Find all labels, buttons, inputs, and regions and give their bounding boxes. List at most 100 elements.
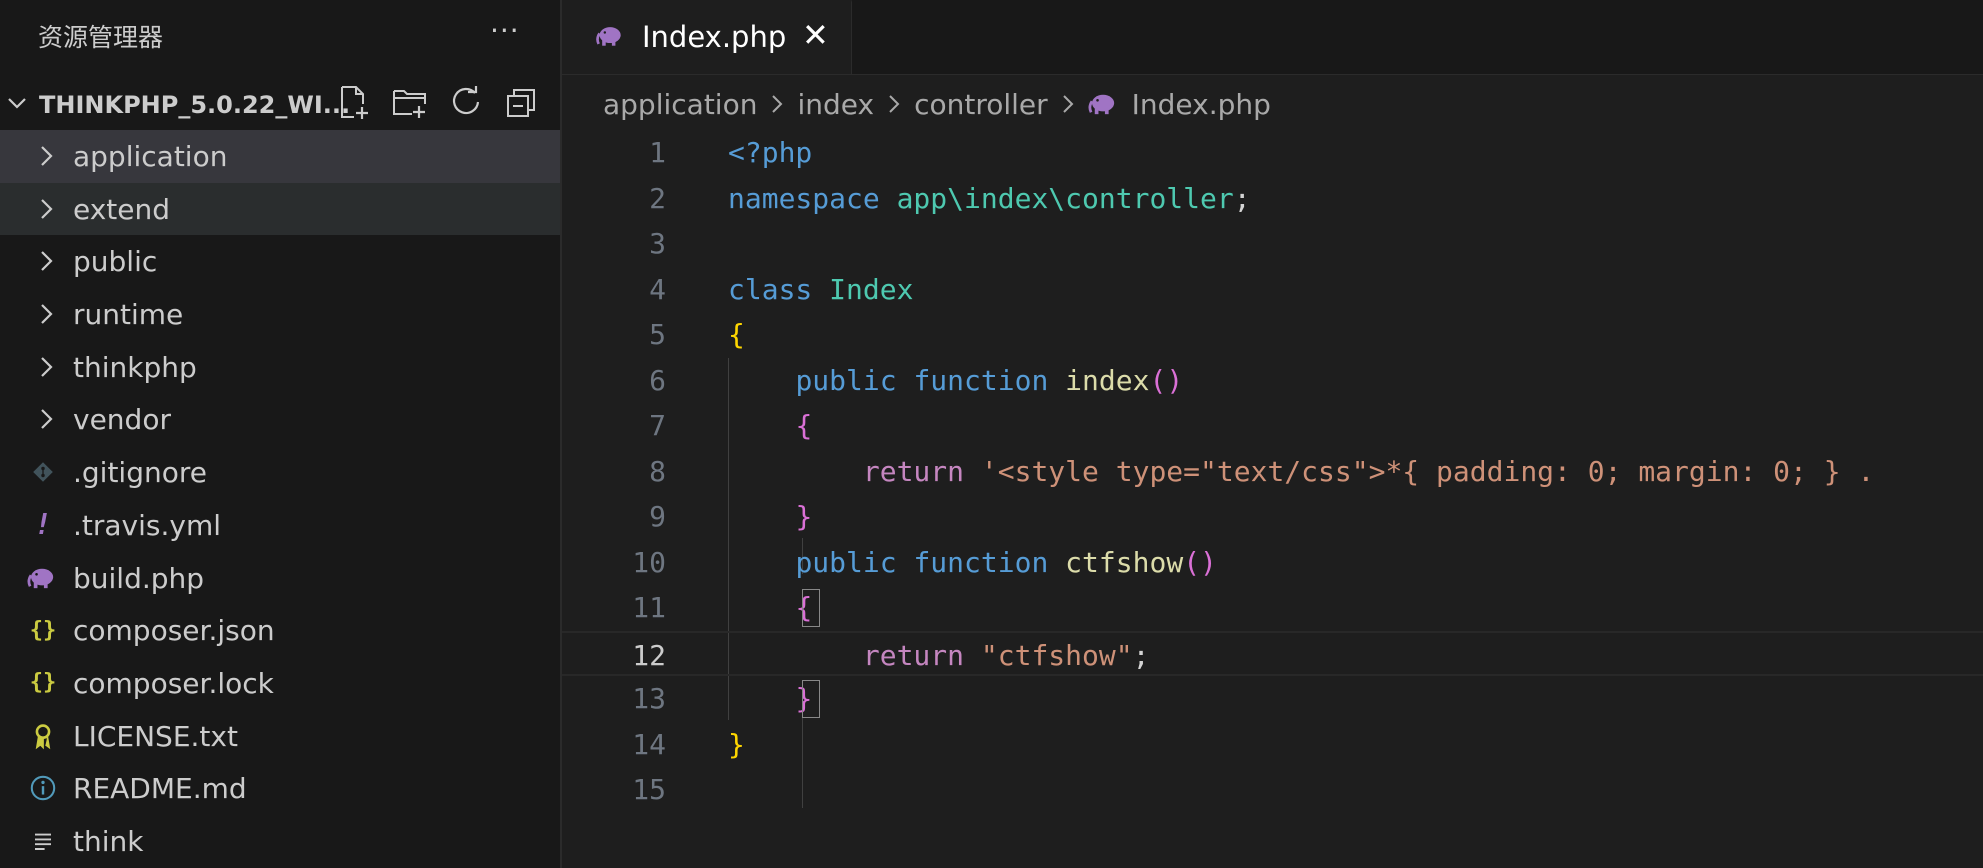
code-line[interactable]: 7 { — [562, 403, 1983, 448]
text-lines-icon — [26, 826, 60, 856]
code-token: ; — [1132, 638, 1150, 672]
line-number: 8 — [649, 454, 666, 488]
code-text: namespace app\index\controller; — [728, 182, 1251, 215]
code-text: { — [728, 318, 745, 351]
code-token: index — [1065, 363, 1150, 397]
tree-item-thinkphp[interactable]: thinkphp — [0, 341, 560, 394]
project-folder-header[interactable]: THINKPHP_5.0.22_WI... — [0, 80, 560, 126]
tree-item-public[interactable]: public — [0, 235, 560, 288]
chevron-right-icon — [1062, 95, 1074, 113]
code-text: { — [728, 591, 812, 624]
code-token: class — [728, 272, 813, 306]
tree-item-label: think — [73, 824, 144, 858]
code-line[interactable]: 8 return '<style type="text/css">*{ padd… — [562, 449, 1983, 494]
breadcrumb-item[interactable]: Index.php — [1132, 88, 1271, 121]
code-token: function — [913, 363, 1049, 397]
code-line[interactable]: 12 return "ctfshow"; — [562, 630, 1983, 676]
new-folder-icon[interactable] — [392, 84, 428, 120]
code-text: public function ctfshow() — [728, 545, 1216, 579]
tree-item-label: application — [73, 140, 228, 173]
code-line[interactable]: 13 } — [562, 676, 1983, 721]
line-number: 10 — [632, 545, 666, 579]
tree-item-think[interactable]: think — [0, 815, 560, 868]
tree-item-runtime[interactable]: runtime — [0, 288, 560, 341]
line-number: 14 — [632, 727, 666, 761]
breadcrumb-item[interactable]: application — [603, 88, 757, 121]
code-line[interactable]: 5{ — [562, 312, 1983, 357]
code-token: public — [795, 363, 897, 397]
line-number: 4 — [649, 272, 666, 306]
code-line[interactable]: 6 public function index() — [562, 358, 1983, 403]
vscode-window: 资源管理器 ··· THINKPHP_5.0.22_WI... applicat… — [0, 0, 1983, 868]
code-token: public — [795, 545, 897, 579]
chevron-right-icon — [41, 251, 53, 272]
tree-item-label: composer.lock — [73, 666, 274, 700]
line-number: 5 — [649, 318, 666, 351]
tree-item-composer-json[interactable]: {} composer.json — [0, 604, 560, 657]
code-line[interactable]: 15 — [562, 767, 1983, 812]
breadcrumb-item[interactable]: controller — [914, 88, 1048, 121]
breadcrumb-item[interactable]: index — [797, 88, 874, 121]
line-number: 11 — [632, 591, 666, 624]
php-elephant-icon — [1088, 94, 1114, 115]
tree-item-extend[interactable]: extend — [0, 182, 560, 236]
chevron-right-icon — [41, 146, 53, 166]
breadcrumb: application index controller Index.php — [603, 84, 1271, 124]
chevron-down-icon — [8, 98, 26, 109]
new-file-icon[interactable] — [336, 84, 372, 120]
code-line[interactable]: 9 } — [562, 494, 1983, 539]
explorer-sidebar: 资源管理器 ··· THINKPHP_5.0.22_WI... applicat… — [0, 0, 562, 868]
refresh-icon[interactable] — [448, 84, 484, 120]
more-actions-icon[interactable]: ··· — [490, 14, 520, 47]
code-token: "ctfshow" — [980, 638, 1133, 672]
code-token: { — [728, 318, 745, 351]
line-number: 6 — [649, 363, 666, 397]
code-text: } — [728, 500, 812, 533]
code-line[interactable]: 3 — [562, 221, 1983, 266]
tab-index-php[interactable]: Index.php ✕ — [562, 0, 852, 74]
info-icon — [26, 773, 60, 803]
tree-item-application[interactable]: application — [0, 130, 560, 183]
yaml-icon: ! — [34, 508, 52, 542]
tree-item-build-php[interactable]: build.php — [0, 552, 560, 605]
tree-item-gitignore[interactable]: .gitignore — [0, 446, 560, 499]
code-line[interactable]: 4 class Index — [562, 267, 1983, 312]
tree-item-vendor[interactable]: vendor — [0, 393, 560, 446]
tree-item-label: .travis.yml — [73, 508, 222, 542]
code-token: namespace — [728, 181, 880, 215]
chevron-right-icon — [41, 304, 53, 324]
line-number: 3 — [649, 227, 666, 260]
tree-item-readme[interactable]: README.md — [0, 762, 560, 815]
code-text: <?php — [728, 136, 812, 169]
code-token: function — [913, 545, 1049, 579]
tree-item-travis[interactable]: ! .travis.yml — [0, 499, 560, 552]
tree-item-license[interactable]: LICENSE.txt — [0, 710, 560, 763]
line-number: 13 — [632, 682, 666, 715]
code-editor[interactable]: 1 <?php 2 namespace app\index\controller; 3 4… — [562, 130, 1983, 868]
code-token: return — [862, 638, 965, 672]
collapse-all-icon[interactable] — [504, 84, 540, 120]
tab-label: Index.php — [642, 20, 787, 54]
code-line[interactable]: 1 <?php — [562, 130, 1983, 175]
code-line[interactable]: 10 public function ctfshow() — [562, 540, 1983, 585]
git-icon — [26, 457, 60, 487]
code-line[interactable]: 2 namespace app\index\controller; — [562, 176, 1983, 221]
line-number: 15 — [632, 773, 666, 806]
close-icon[interactable]: ✕ — [802, 16, 829, 54]
code-token: <?php — [728, 136, 813, 169]
tree-item-label: .gitignore — [73, 456, 207, 490]
code-line[interactable]: 11 { — [562, 585, 1983, 630]
code-line[interactable]: 14} — [562, 722, 1983, 767]
code-text: class Index — [728, 273, 913, 306]
tree-item-composer-lock[interactable]: {} composer.lock — [0, 657, 560, 710]
code-text: } — [728, 728, 745, 761]
code-token: app\index\controller — [896, 181, 1234, 215]
json-icon: {} — [29, 617, 57, 643]
